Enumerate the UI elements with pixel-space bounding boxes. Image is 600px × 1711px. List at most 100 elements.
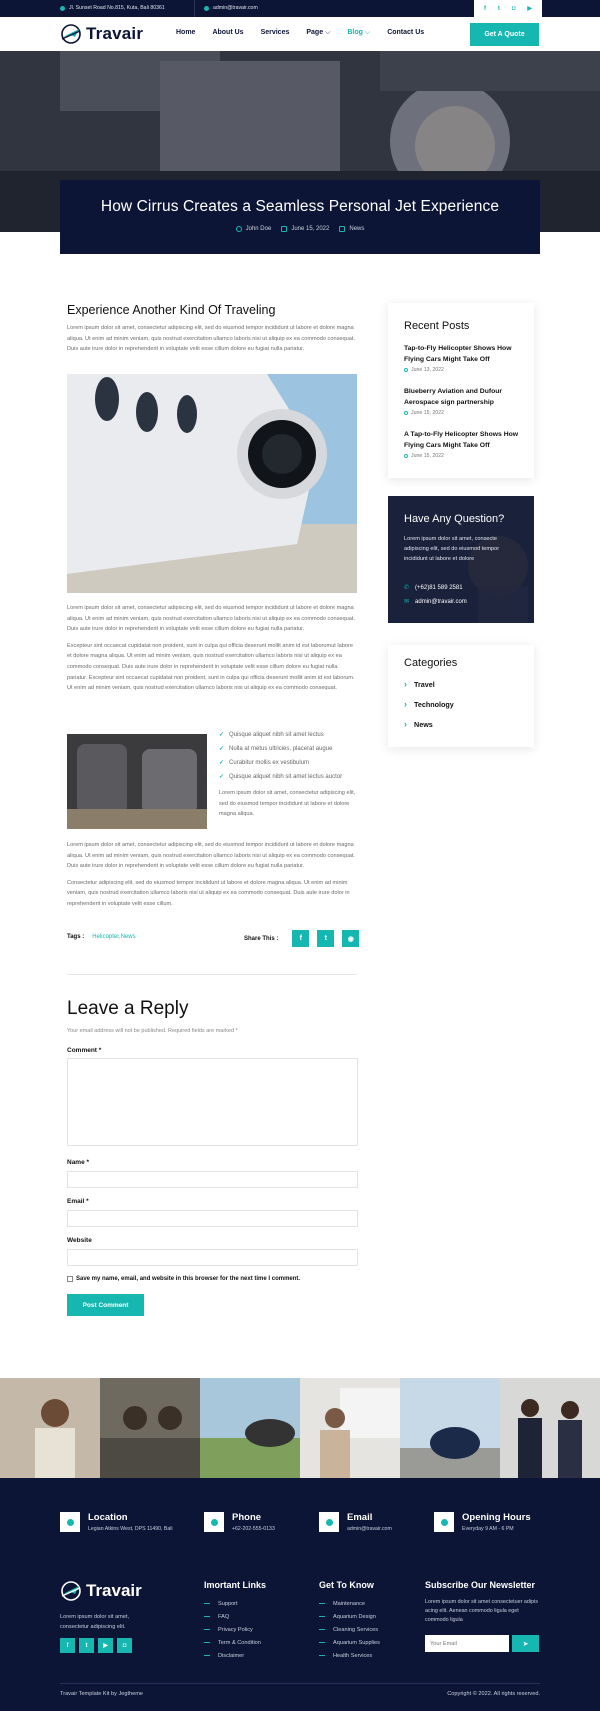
question-phone[interactable]: ✆ (+62)81 589 2581 (404, 584, 463, 592)
newsletter-email-input[interactable] (425, 1635, 509, 1652)
link-text: Aquarium Design (333, 1613, 376, 1620)
whatsapp-share-button[interactable]: ◉ (342, 930, 360, 947)
link-text: Support (218, 1600, 238, 1607)
facebook-icon[interactable]: f (60, 1638, 75, 1653)
twitter-share-button[interactable]: t (317, 930, 335, 947)
logo[interactable]: Travair (60, 23, 143, 45)
category-item[interactable]: › Travel (404, 679, 435, 689)
email-text: admin@travair.com (415, 598, 467, 605)
article-heading: Experience Another Kind Of Traveling (67, 303, 276, 317)
footer-links: Imortant Links Support FAQ Privacy Polic… (204, 1580, 266, 1662)
article-paragraph: Consectetur adipiscing elit, sed do eius… (67, 879, 350, 907)
category-item[interactable]: › Technology (404, 699, 454, 709)
recent-post[interactable]: Blueberry Aviation and Dufour Aerospace … (404, 386, 524, 416)
recent-post[interactable]: Tap-to-Fly Helicopter Shows How Flying C… (404, 343, 524, 373)
email-text[interactable]: admin@travair.com (213, 5, 258, 11)
topbar-email[interactable]: admin@travair.com (204, 5, 258, 11)
footer-social: f t ▶ ◘ (60, 1638, 132, 1653)
footer-know: Get To Know Maintenance Aquarium Design … (319, 1580, 380, 1662)
website-field[interactable] (67, 1249, 358, 1266)
twitter-icon[interactable]: t (498, 6, 500, 12)
plane-logo-icon (61, 1581, 81, 1601)
instagram-icon[interactable]: ◘ (117, 1638, 132, 1653)
footer-link[interactable]: Support (204, 1597, 266, 1610)
question-card: Have Any Question? Lorem ipsum dolor sit… (388, 496, 534, 623)
helicopter-field-photo (200, 1378, 300, 1478)
footer-link[interactable]: Disclaimer (204, 1649, 266, 1662)
gallery-image (300, 1378, 400, 1478)
nav-contact[interactable]: Contact Us (387, 29, 424, 37)
post-date: June 15, 2022 (404, 453, 524, 459)
footer-link[interactable]: FAQ (204, 1610, 266, 1623)
check-icon: ✓ (219, 746, 225, 752)
name-field[interactable] (67, 1171, 358, 1188)
logo-text: Travair (86, 1581, 142, 1600)
link-text: Disclaimer (218, 1652, 245, 1659)
footer-link[interactable]: Maintenance (319, 1597, 380, 1610)
footer-link[interactable]: Privacy Policy (204, 1623, 266, 1636)
twitter-icon[interactable]: t (79, 1638, 94, 1653)
check-text: Nulla at metus ultricies, placerat augue (229, 746, 333, 752)
gallery-image (400, 1378, 500, 1478)
website-label: Website (67, 1237, 92, 1244)
name-label: Name * (67, 1159, 90, 1166)
post-title-box: How Cirrus Creates a Seamless Personal J… (60, 180, 540, 254)
post-link[interactable]: A Tap-to-Fly Helicopter Shows How Flying… (404, 429, 524, 451)
nav-page[interactable]: Page ⌵ (306, 29, 330, 37)
divider (60, 1683, 540, 1684)
recent-post[interactable]: A Tap-to-Fly Helicopter Shows How Flying… (404, 429, 524, 459)
list-item: ✓ Quisque aliquet nibh sit amet lectus (219, 731, 359, 740)
link-text: FAQ (218, 1613, 230, 1620)
footer-link[interactable]: Health Services (319, 1649, 380, 1662)
nav-about[interactable]: About Us (212, 29, 243, 37)
tags-links[interactable]: Helicopter,News (92, 934, 135, 940)
info-text: Everyday 9 AM - 6 PM (462, 1526, 514, 1532)
date-text: June 13, 2022 (411, 367, 444, 373)
nav-services[interactable]: Services (261, 29, 290, 37)
phone-icon: ✆ (404, 585, 410, 591)
recent-posts-card: Recent Posts Tap-to-Fly Helicopter Shows… (388, 303, 534, 478)
jet-photo (67, 374, 357, 593)
save-label: Save my name, email, and website in this… (76, 1276, 301, 1282)
link-text: Maintenance (333, 1600, 366, 1607)
nav-home[interactable]: Home (176, 29, 195, 37)
facebook-icon[interactable]: f (484, 6, 486, 12)
meta-author[interactable]: John Doe (235, 226, 271, 232)
post-link[interactable]: Blueberry Aviation and Dufour Aerospace … (404, 386, 524, 408)
footer-logo[interactable]: Travair (60, 1580, 142, 1602)
post-link[interactable]: Tap-to-Fly Helicopter Shows How Flying C… (404, 343, 524, 365)
save-checkbox[interactable] (67, 1276, 73, 1282)
category-item[interactable]: › News (404, 719, 433, 729)
email-field[interactable] (67, 1210, 358, 1227)
youtube-icon[interactable]: ▶ (98, 1638, 113, 1653)
facebook-share-button[interactable]: f (292, 930, 310, 947)
footer-link[interactable]: Aquarium Supplies (319, 1636, 380, 1649)
gallery-image (500, 1378, 600, 1478)
category-label: Technology (414, 699, 454, 709)
link-text: Cleaning Services (333, 1626, 379, 1633)
post-comment-button[interactable]: Post Comment (67, 1294, 144, 1316)
address-text: Jl. Sunset Road No.815, Kuta, Bali 80361 (69, 5, 165, 11)
check-list: ✓ Quisque aliquet nibh sit amet lectus ✓ N… (219, 731, 359, 820)
get-quote-button[interactable]: Get A Quote (470, 23, 539, 46)
divider (194, 0, 195, 17)
post-category: News (349, 226, 365, 232)
footer-link[interactable]: Aquarium Design (319, 1610, 380, 1623)
instagram-icon[interactable]: ◘ (512, 6, 516, 12)
post-title: How Cirrus Creates a Seamless Personal J… (100, 198, 500, 215)
chevron-right-icon: › (404, 699, 407, 709)
meta-category[interactable]: News (339, 226, 364, 232)
comment-textarea[interactable] (67, 1058, 358, 1146)
footer-link[interactable]: Term & Condition (204, 1636, 266, 1649)
question-email[interactable]: ✉ admin@travair.com (404, 598, 467, 606)
check-text: Curabitur mollis ex vestibulum (229, 760, 310, 766)
footer-about: Lorem ipsum dolor sit amet, consectetur … (60, 1614, 130, 1630)
footer-link[interactable]: Cleaning Services (319, 1623, 380, 1636)
category-label: Travel (414, 679, 435, 689)
youtube-icon[interactable]: ▶ (527, 5, 532, 12)
divider (67, 974, 357, 975)
send-icon[interactable]: ➤ (512, 1635, 539, 1652)
logo-text: Travair (86, 24, 144, 43)
nav-blog[interactable]: Blog ⌵ (347, 29, 370, 37)
save-info: Save my name, email, and website in this… (67, 1276, 300, 1282)
